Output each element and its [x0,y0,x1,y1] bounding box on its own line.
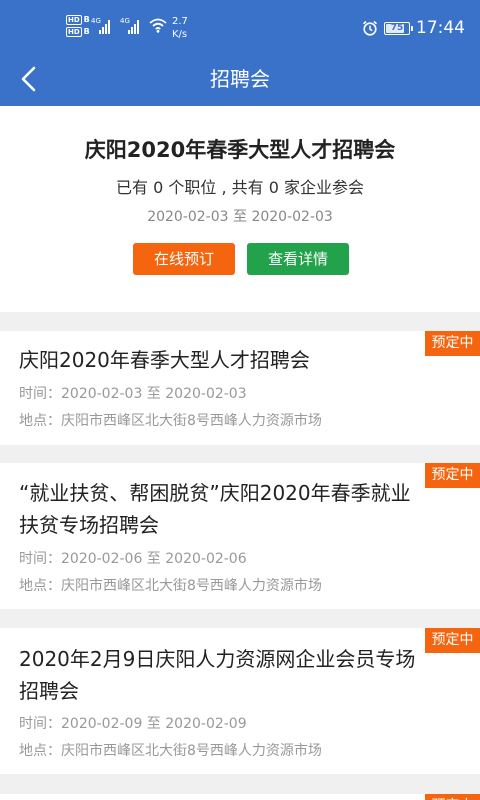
featured-fair-title: 庆阳2020年春季大型人才招聘会 [84,138,396,162]
wifi-icon [149,18,167,33]
job-fair-card[interactable]: 预定中 [0,794,480,800]
job-fair-time: 时间：2020-02-06 至 2020-02-06 [19,549,247,569]
status-badge: 预定中 [425,463,480,488]
time-label: 时间： [19,716,61,732]
status-badge: 预定中 [425,331,480,356]
job-fair-place: 地点：庆阳市西峰区北大街8号西峰人力资源市场 [19,411,322,431]
speed-value: 2.7 [172,16,188,27]
view-details-button[interactable]: 查看详情 [247,243,349,275]
network-speed: 2.7 K/s [172,15,188,41]
featured-fair-summary: 庆阳2020年春季大型人才招聘会 已有 0 个职位 , 共有 0 家企业参会 2… [0,106,480,312]
hd-sub: B [83,15,90,24]
status-badge: 预定中 [425,628,480,653]
time-value: 2020-02-03 至 2020-02-03 [61,386,247,402]
place-label: 地点： [19,413,61,429]
featured-fair-dates: 2020-02-03 至 2020-02-03 [147,209,333,225]
online-booking-button[interactable]: 在线预订 [133,243,235,275]
place-value: 庆阳市西峰区北大街8号西峰人力资源市场 [61,413,322,429]
alarm-icon [362,20,378,36]
job-fair-place: 地点：庆阳市西峰区北大街8号西峰人力资源市场 [19,741,322,761]
hd-sub: B [83,27,90,36]
place-label: 地点： [19,578,61,594]
place-label: 地点： [19,743,61,759]
featured-fair-stats: 已有 0 个职位 , 共有 0 家企业参会 [116,178,364,197]
job-fair-place: 地点：庆阳市西峰区北大街8号西峰人力资源市场 [19,576,322,596]
job-fair-title: “就业扶贫、帮困脱贫”庆阳2020年春季就业扶贫专场招聘会 [19,481,411,537]
job-fair-title: 2020年2月9日庆阳人力资源网企业会员专场招聘会 [19,647,416,703]
time-label: 时间： [19,386,61,402]
page-title: 招聘会 [210,67,270,91]
hd-indicators: HD B HD B [66,15,90,37]
status-bar: HD B HD B 4G 4G 2.7 K/s 75 17:44 [0,0,480,52]
job-fair-card[interactable]: 预定中 庆阳2020年春季大型人才招聘会 时间：2020-02-03 至 202… [0,331,480,445]
speed-unit: K/s [172,29,188,40]
time-value: 2020-02-09 至 2020-02-09 [61,716,247,732]
clock: 17:44 [416,18,465,38]
battery-icon: 75 [384,22,413,35]
hd-badge: HD [66,15,82,25]
job-fair-time: 时间：2020-02-09 至 2020-02-09 [19,714,247,734]
status-badge: 预定中 [425,794,480,800]
place-value: 庆阳市西峰区北大街8号西峰人力资源市场 [61,578,322,594]
place-value: 庆阳市西峰区北大街8号西峰人力资源市场 [61,743,322,759]
hd-badge: HD [66,27,82,37]
time-value: 2020-02-06 至 2020-02-06 [61,551,247,567]
battery-level: 75 [390,23,404,33]
job-fair-title: 庆阳2020年春季大型人才招聘会 [19,348,310,372]
job-fair-time: 时间：2020-02-03 至 2020-02-03 [19,384,247,404]
job-fair-card[interactable]: 预定中 2020年2月9日庆阳人力资源网企业会员专场招聘会 时间：2020-02… [0,628,480,774]
nav-bar: 招聘会 [0,52,480,106]
time-label: 时间： [19,551,61,567]
job-fair-card[interactable]: 预定中 “就业扶贫、帮困脱贫”庆阳2020年春季就业扶贫专场招聘会 时间：202… [0,463,480,609]
